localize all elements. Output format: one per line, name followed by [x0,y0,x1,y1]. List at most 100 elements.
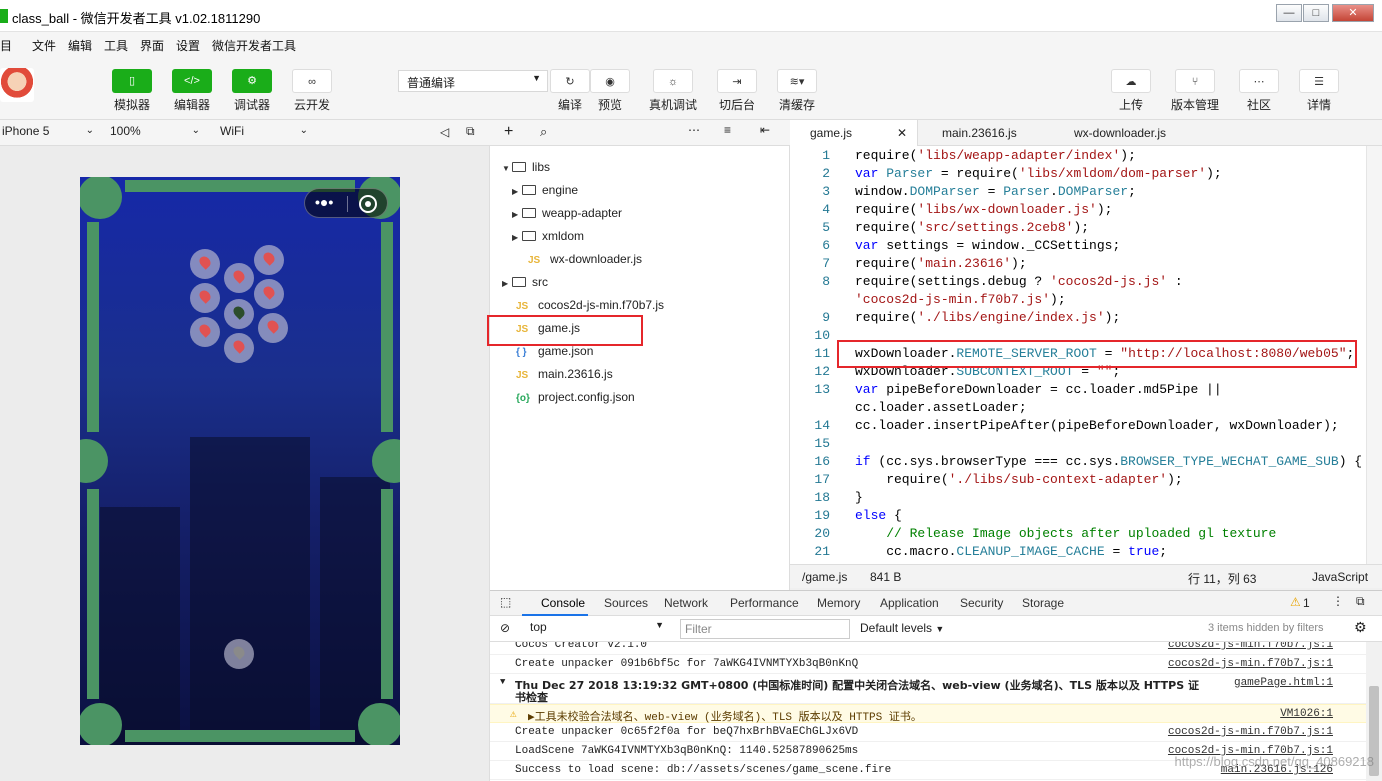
compile-button[interactable]: ↻ [550,69,590,93]
console-row[interactable]: Create unpacker 091b6bf5c for 7aWKG4IVNM… [490,655,1366,674]
tab-performance[interactable]: Performance [730,596,799,610]
ball[interactable] [254,245,284,275]
menu-view[interactable]: 界面 [140,37,164,54]
code-line[interactable]: if (cc.sys.browserType === cc.sys.BROWSE… [855,454,1362,469]
tab-storage[interactable]: Storage [1022,596,1064,610]
debugger-toggle-button[interactable]: ⚙ [232,69,272,93]
clear-cache-button[interactable]: ≋▾ [777,69,817,93]
editor-toggle-button[interactable]: </> [172,69,212,93]
tab-network[interactable]: Network [664,596,708,610]
code-line[interactable]: require('./libs/sub-context-adapter'); [855,472,1182,487]
status-cursor-pos[interactable]: 行 11，列 63 [1188,570,1256,587]
code-line[interactable]: } [855,490,863,505]
code-line[interactable]: var pipeBeforeDownloader = cc.loader.md5… [855,382,1222,397]
cue-ball[interactable] [224,639,254,669]
code-line[interactable]: cc.loader.insertPipeAfter(pipeBeforeDown… [855,418,1339,433]
miniprogram-capsule[interactable]: •●• [304,188,388,218]
ball[interactable] [190,283,220,313]
tree-item-engine[interactable]: ▶ engine [512,179,578,201]
console-settings-icon[interactable]: ⚙ [1354,619,1367,636]
code-line[interactable]: var settings = window._CCSettings; [855,238,1120,253]
code-line[interactable]: require('src/settings.2ceb8'); [855,220,1089,235]
remote-debug-button[interactable]: ☼ [653,69,693,93]
code-line[interactable]: 'cocos2d-js-min.f70b7.js'); [855,292,1066,307]
ball[interactable] [258,313,288,343]
collapse-icon[interactable]: ≡ [724,123,731,137]
code-line[interactable]: require('libs/weapp-adapter/index'); [855,148,1136,163]
tree-item-cocos2d[interactable]: JS cocos2d-js-min.f70b7.js [516,294,664,316]
code-line[interactable]: require(settings.debug ? 'cocos2d-js.js'… [855,274,1183,289]
menu-project[interactable]: 项目 [0,37,12,54]
split-icon[interactable]: ⇤ [760,123,770,137]
minimize-button[interactable]: — [1276,4,1302,22]
console-source-link[interactable]: cocos2d-js-min.f70b7.js:1 [1168,726,1333,738]
console-warning-row[interactable]: ⚠ ▶工具未校验合法域名、web-view (业务域名)、TLS 版本以及 HTT… [490,704,1366,724]
tree-item-project-config[interactable]: {o} project.config.json [516,386,635,408]
code-line[interactable]: cc.macro.CLEANUP_IMAGE_CACHE = true; [855,544,1167,559]
dock-icon[interactable]: ⧉ [1356,594,1365,609]
code-line[interactable]: require('./libs/engine/index.js'); [855,310,1120,325]
tree-item-libs[interactable]: ▼ libs [502,156,550,178]
menu-wechat-devtools[interactable]: 微信开发者工具 [212,37,296,54]
tree-item-src[interactable]: ▶ src [502,271,548,293]
upload-button[interactable]: ☁ [1111,69,1151,93]
code-line[interactable]: window.DOMParser = Parser.DOMParser; [855,184,1136,199]
ball[interactable] [224,263,254,293]
console-row[interactable]: Cocos Creator v2.1.0 cocos2d-js-min.f70b7… [490,642,1366,655]
code-line[interactable]: require('main.23616'); [855,256,1027,271]
tree-item-xmldom[interactable]: ▶ xmldom [512,225,584,247]
version-manage-button[interactable]: ⑂ [1175,69,1215,93]
tree-item-wx-downloader[interactable]: JS wx-downloader.js [528,248,642,270]
search-icon[interactable]: ⌕ [540,124,547,140]
tab-main-js[interactable]: main.23616.js [922,120,1037,146]
ball[interactable] [224,299,254,329]
console-source-link[interactable]: cocos2d-js-min.f70b7.js:1 [1168,658,1333,670]
user-avatar[interactable] [0,68,34,102]
close-window-button[interactable]: ✕ [1332,4,1374,22]
menu-edit[interactable]: 编辑 [68,37,92,54]
tree-item-main-js[interactable]: JS main.23616.js [516,363,613,385]
log-levels-select[interactable]: Default levels ▼ [860,621,944,635]
popout-icon[interactable]: ⧉ [466,124,475,139]
console-row[interactable]: ▼ Thu Dec 27 2018 13:19:32 GMT+0800 (中国标准… [490,674,1366,704]
menu-settings[interactable]: 设置 [176,37,200,54]
tab-memory[interactable]: Memory [817,596,860,610]
ball[interactable] [190,249,220,279]
compile-mode-select[interactable]: 普通编译 ▼ [398,70,548,92]
console-source-link[interactable]: VM1026:1 [1280,708,1333,720]
code-line[interactable]: var Parser = require('libs/xmldom/dom-pa… [855,166,1222,181]
editor-scrollbar[interactable] [1366,146,1382,564]
inspect-icon[interactable]: ⬚ [500,595,511,609]
simulator-toggle-button[interactable]: ▯ [112,69,152,93]
console-row[interactable]: Create unpacker 0c65f2f0a for beQ7hxBrhB… [490,723,1366,742]
tab-wx-downloader[interactable]: wx-downloader.js [1054,120,1186,146]
add-icon[interactable]: + [504,123,513,141]
code-line[interactable]: else { [855,508,902,523]
warning-count[interactable]: 1 [1303,596,1310,610]
menu-file[interactable]: 文件 [32,37,56,54]
maximize-button[interactable]: □ [1303,4,1329,22]
tab-security[interactable]: Security [960,596,1003,610]
close-icon[interactable]: ✕ [897,120,907,146]
zoom-select[interactable]: 100% ⌄ [110,124,200,142]
preview-button[interactable]: ◉ [590,69,630,93]
details-button[interactable]: ☰ [1299,69,1339,93]
clear-console-icon[interactable]: ⊘ [500,621,510,635]
console-filter-input[interactable]: Filter [680,619,850,639]
console-source-link[interactable]: cocos2d-js-min.f70b7.js:1 [1168,642,1333,651]
code-line[interactable]: require('libs/wx-downloader.js'); [855,202,1112,217]
cloud-dev-button[interactable]: ∞ [292,69,332,93]
community-button[interactable]: ⋯ [1239,69,1279,93]
device-select[interactable]: iPhone 5 ⌄ [2,124,94,142]
tab-game-js[interactable]: game.js ✕ [790,120,918,146]
ball[interactable] [254,279,284,309]
tab-console[interactable]: Console [541,596,585,610]
context-select[interactable]: top ▼ [530,620,666,638]
more-icon[interactable]: ⋯ [688,123,700,137]
tab-application[interactable]: Application [880,596,939,610]
network-select[interactable]: WiFi ⌄ [220,124,308,142]
ball[interactable] [190,317,220,347]
chevron-down-icon[interactable]: ▼ [500,677,505,687]
background-switch-button[interactable]: ⇥ [717,69,757,93]
status-language[interactable]: JavaScript [1312,570,1368,584]
